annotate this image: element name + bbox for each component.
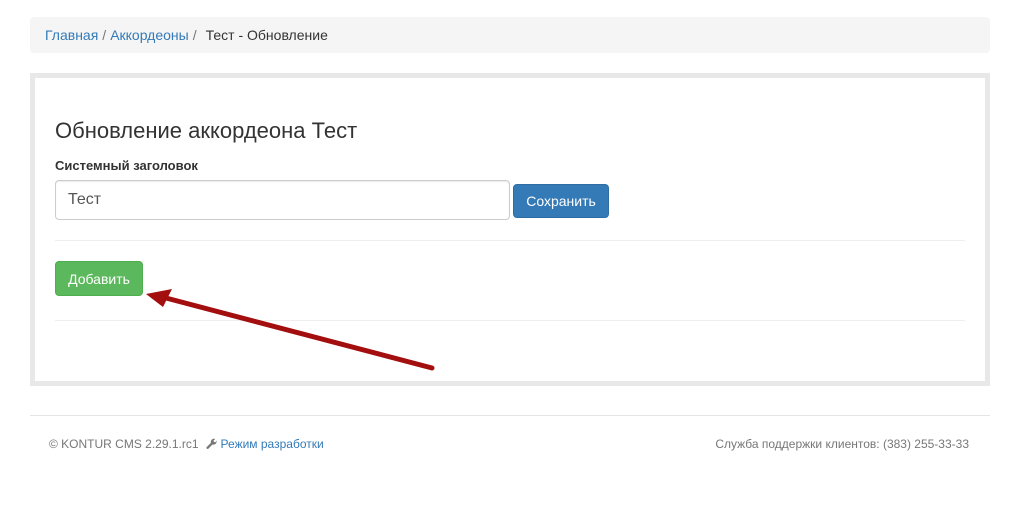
wrench-icon [205,438,217,449]
footer-left: © KONTUR CMS 2.29.1.rc1 Режим разработки [49,437,324,451]
page-title: Обновление аккордеона Тест [55,118,358,143]
dev-mode-link[interactable]: Режим разработки [221,437,324,451]
breadcrumb: Главная / Аккордеоны / Тест - Обновление [30,17,990,53]
footer-divider [30,415,990,416]
save-button[interactable]: Сохранить [513,184,609,218]
add-button[interactable]: Добавить [55,261,143,296]
breadcrumb-accordions-link[interactable]: Аккордеоны [110,27,189,43]
system-title-label: Системный заголовок [55,158,198,173]
edit-panel: Обновление аккордеона Тест Системный заг… [30,73,990,386]
divider [55,240,965,241]
system-title-input[interactable] [55,180,510,220]
breadcrumb-home-link[interactable]: Главная [45,27,98,43]
copyright-text: © KONTUR CMS 2.29.1.rc1 [49,437,199,451]
breadcrumb-separator: / [192,27,197,43]
support-contact: Служба поддержки клиентов: (383) 255-33-… [715,437,969,451]
breadcrumb-current: Тест - Обновление [205,27,328,43]
breadcrumb-separator: / [102,27,107,43]
divider [55,320,965,321]
